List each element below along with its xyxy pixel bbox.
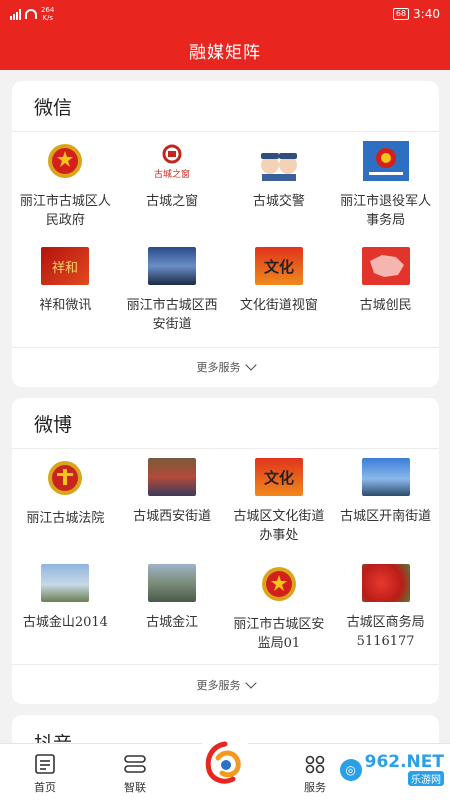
- weibo-item[interactable]: 丽江市古城区安监局01: [226, 564, 333, 662]
- tab-label: 服务: [304, 781, 326, 794]
- jinjiang-photo: [148, 564, 197, 602]
- service-icon: [305, 755, 325, 774]
- national-emblem-icon: [42, 141, 88, 181]
- more-services-button[interactable]: 更多服务: [12, 359, 439, 375]
- signal-icon: [10, 8, 21, 20]
- tab-label: 首页: [34, 781, 56, 794]
- watermark-logo: ◎ 962.NET 乐游网: [339, 752, 444, 786]
- more-services-label: 更多服务: [196, 361, 241, 374]
- more-services-button[interactable]: 更多服务: [12, 677, 439, 693]
- jinshan-photo: [41, 564, 90, 602]
- app-logo-icon[interactable]: [195, 733, 255, 793]
- item-label: 古城创民: [359, 298, 412, 313]
- weibo-item[interactable]: 古城金山2014: [12, 564, 119, 662]
- home-icon: [35, 754, 55, 774]
- divider: [12, 664, 439, 665]
- traffic-police-icon: [256, 141, 302, 181]
- weibo-item[interactable]: 文化 古城区文化街道办事处: [226, 458, 333, 556]
- watermark-text: 962.NET: [364, 752, 444, 772]
- xian-street-photo: [148, 458, 197, 496]
- veterans-bureau-logo: [362, 141, 409, 181]
- battery-icon: 68: [392, 8, 410, 20]
- watermark-badge-icon: ◎: [339, 759, 362, 781]
- wechat-item[interactable]: 丽江市古城区人民政府: [12, 141, 119, 239]
- svg-text:祥和: 祥和: [52, 261, 78, 276]
- wechat-item[interactable]: 丽江市古城区西安街道: [119, 247, 226, 345]
- weibo-item[interactable]: 古城金江: [119, 564, 226, 662]
- wechat-item[interactable]: 古城之窗 古城之窗: [119, 141, 226, 239]
- item-label: 祥和微讯: [39, 298, 92, 313]
- page-title: 融媒矩阵: [189, 43, 261, 63]
- clock: 3:40: [413, 7, 440, 21]
- divider: [12, 131, 439, 132]
- watermark-subtext: 乐游网: [408, 771, 444, 786]
- weibo-item[interactable]: 丽江古城法院: [12, 458, 119, 556]
- wechat-card: 微信 丽江市古城区人民政府 古城之窗 古城之窗 古城交警 丽江市退役军人事务局: [12, 81, 439, 387]
- section-title-wechat: 微信: [34, 97, 73, 119]
- wechat-item[interactable]: 古城交警: [226, 141, 333, 239]
- tab-label: 智联: [124, 781, 146, 794]
- commerce-bureau-photo: [361, 564, 410, 602]
- app-header: 264 K/s 68 3:40 融媒矩阵: [0, 0, 450, 70]
- item-label: 古城区商务局5116177: [346, 615, 425, 649]
- item-label: 古城金山2014: [22, 615, 108, 630]
- item-label: 古城西安街道: [133, 509, 212, 524]
- connect-icon: [124, 755, 146, 773]
- item-label: 文化街道视窗: [239, 298, 318, 313]
- divider: [12, 448, 439, 449]
- chevron-down-icon: [244, 359, 257, 371]
- item-label: 古城区开南街道: [340, 509, 432, 524]
- tab-connect[interactable]: 智联: [90, 744, 180, 800]
- net-speed: 264 K/s: [41, 6, 55, 22]
- svg-text:文化: 文化: [264, 258, 294, 276]
- weibo-card: 微博 丽江古城法院 古城西安街道 文化 古城区文化街道办事处 古城区开南街道 古…: [12, 398, 439, 704]
- xian-street-photo: [148, 247, 197, 285]
- wechat-grid: 丽江市古城区人民政府 古城之窗 古城之窗 古城交警 丽江市退役军人事务局 祥和 …: [12, 141, 439, 345]
- status-bar: 264 K/s 68 3:40: [0, 0, 450, 28]
- chuangmin-map-logo: [361, 247, 410, 285]
- svg-text:古城之窗: 古城之窗: [154, 168, 190, 180]
- item-label: 丽江市退役军人事务局: [340, 194, 432, 228]
- item-label: 丽江市古城区人民政府: [19, 194, 111, 228]
- weibo-grid: 丽江古城法院 古城西安街道 文化 古城区文化街道办事处 古城区开南街道 古城金山…: [12, 458, 439, 662]
- kainan-street-photo: [361, 458, 410, 496]
- weibo-item[interactable]: 古城区商务局5116177: [332, 564, 439, 662]
- divider: [12, 347, 439, 348]
- item-label: 丽江市古城区安监局01: [233, 617, 325, 651]
- wifi-icon: [25, 9, 37, 19]
- item-label: 古城交警: [252, 194, 305, 209]
- gucheng-window-logo: 古城之窗: [149, 141, 195, 181]
- xianghe-logo: 祥和: [41, 247, 90, 285]
- more-services-label: 更多服务: [196, 679, 241, 692]
- wechat-item[interactable]: 祥和 祥和微讯: [12, 247, 119, 345]
- wechat-item[interactable]: 丽江市退役军人事务局: [332, 141, 439, 239]
- culture-street-logo: 文化: [254, 247, 303, 285]
- wechat-item[interactable]: 古城创民: [332, 247, 439, 345]
- item-label: 丽江市古城区西安街道: [126, 298, 218, 332]
- weibo-item[interactable]: 古城区开南街道: [332, 458, 439, 556]
- chevron-down-icon: [244, 677, 257, 689]
- tab-home[interactable]: 首页: [0, 744, 90, 800]
- item-label: 古城之窗: [146, 194, 199, 209]
- safety-bureau-emblem: [256, 564, 302, 604]
- weibo-item[interactable]: 古城西安街道: [119, 458, 226, 556]
- item-label: 古城金江: [146, 615, 199, 630]
- item-label: 古城区文化街道办事处: [233, 509, 325, 543]
- court-emblem-icon: [42, 458, 88, 498]
- culture-street-logo: 文化: [254, 458, 303, 496]
- section-title-weibo: 微博: [34, 414, 73, 436]
- wechat-item[interactable]: 文化 文化街道视窗: [226, 247, 333, 345]
- item-label: 丽江古城法院: [26, 511, 105, 526]
- svg-text:文化: 文化: [264, 469, 294, 487]
